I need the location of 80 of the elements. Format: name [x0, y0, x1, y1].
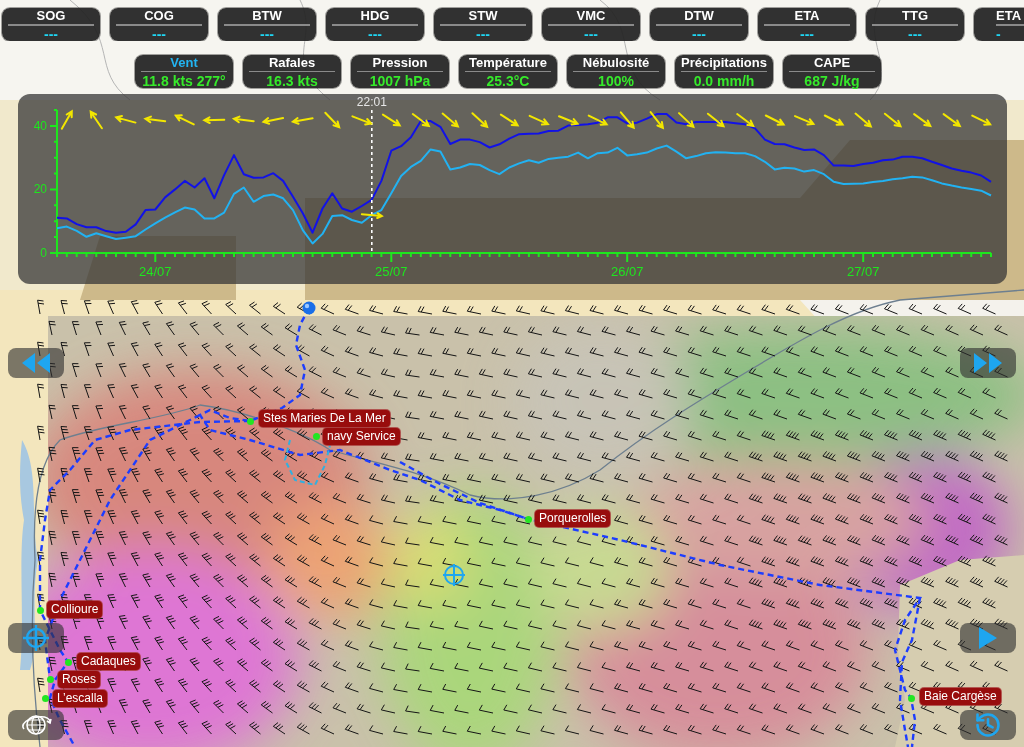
axis-tick-label: 27/07	[846, 264, 880, 279]
instrument-label: BTW	[252, 9, 282, 23]
weather-label: CAPE	[813, 56, 851, 70]
waypoint-dot-icon	[524, 515, 532, 523]
instrument-label: TTG	[902, 9, 928, 23]
instrument-label: ETA	[794, 9, 820, 23]
waypoint-dot-icon	[907, 694, 915, 702]
weather-value: 11.8 kts 277°	[142, 74, 226, 88]
location-pin-icon	[302, 301, 316, 315]
instrument-value: ---	[368, 28, 382, 41]
weather-value: 687 J/kg	[804, 74, 860, 88]
axis-tick-label: 0	[40, 246, 47, 260]
weather-label: Température	[469, 56, 547, 70]
weather-label: Pression	[372, 56, 428, 70]
axis-tick-label: 40	[33, 118, 47, 133]
instrument-label: STW	[468, 9, 498, 23]
weather-tile[interactable]: CAPE 687 J/kg	[783, 55, 881, 88]
weather-label: Précipitations	[681, 56, 767, 70]
instrument-label: DTW	[684, 9, 714, 23]
weather-tile[interactable]: Vent 11.8 kts 277°	[135, 55, 233, 88]
instrument-value: ---	[152, 28, 166, 41]
instrument-value: ---	[44, 28, 58, 41]
instrument-value: ---	[908, 28, 922, 41]
crosshair-icon	[442, 563, 466, 587]
waypoint-label[interactable]: Stes Maries De La Mer	[259, 410, 390, 427]
weather-label: Nébulosité	[582, 56, 650, 70]
waypoint-label[interactable]: Roses	[58, 671, 100, 688]
weather-tile[interactable]: Précipitations 0.0 mm/h	[675, 55, 773, 88]
waypoint-label[interactable]: Cadaques	[77, 653, 140, 670]
instrument-value: ---	[260, 28, 274, 41]
time-label: 22:01	[356, 95, 387, 109]
waypoint-label[interactable]: navy Service	[323, 428, 400, 445]
instrument-value: -	[996, 28, 1001, 41]
weather-tile[interactable]: Pression 1007 hPa	[351, 55, 449, 88]
clock-arrow-icon	[974, 711, 1002, 739]
rewind-icon	[22, 353, 50, 373]
instrument-label: ETA	[996, 9, 1022, 23]
weather-tile[interactable]: Rafales 16.3 kts	[243, 55, 341, 88]
play-icon	[979, 627, 997, 649]
axis-tick-label: 20	[33, 182, 47, 197]
clock-button[interactable]	[960, 710, 1016, 740]
weather-value: 0.0 mm/h	[693, 74, 755, 88]
fast-forward-button[interactable]	[960, 348, 1016, 378]
weather-value: 100%	[598, 74, 634, 88]
globe-button[interactable]	[8, 710, 64, 740]
weather-tile[interactable]: Température 25.3°C	[459, 55, 557, 88]
weather-value: 25.3°C	[486, 74, 530, 88]
waypoint-dot-icon	[41, 694, 49, 702]
axis-tick-label: 26/07	[610, 264, 644, 279]
waypoint-label[interactable]: L’escalla	[53, 690, 108, 707]
weather-label: Rafales	[268, 56, 316, 70]
waypoint-dot-icon	[46, 675, 54, 683]
waypoint-label[interactable]: Collioure	[47, 601, 103, 618]
globe-icon	[20, 712, 52, 738]
instrument-value: ---	[476, 28, 490, 41]
rewind-button[interactable]	[8, 348, 64, 378]
center-button[interactable]	[8, 623, 64, 653]
instrument-label: SOG	[36, 9, 66, 23]
waypoint-dot-icon	[312, 432, 320, 440]
waypoint-label[interactable]: Baie Cargèse	[920, 688, 1001, 705]
instrument-value: ---	[584, 28, 598, 41]
axis-tick-label: 25/07	[375, 264, 408, 279]
axis-tick-label: 24/07	[139, 264, 172, 279]
weather-label: Vent	[170, 56, 198, 70]
weather-tile[interactable]: Nébulosité 100%	[567, 55, 665, 88]
fast-forward-icon	[974, 353, 1002, 373]
weather-value: 16.3 kts	[266, 74, 318, 88]
waypoint-dot-icon	[36, 606, 44, 614]
instrument-label: HDG	[360, 9, 390, 23]
play-button[interactable]	[960, 623, 1016, 653]
waypoint-dot-icon	[246, 417, 254, 425]
crosshair-icon	[23, 625, 49, 651]
waypoint-label[interactable]: Porquerolles	[535, 510, 611, 527]
instrument-value: ---	[692, 28, 706, 41]
waypoint-dot-icon	[64, 658, 72, 666]
instrument-label: VMC	[576, 9, 606, 23]
instrument-value: ---	[800, 28, 814, 41]
instrument-label: COG	[144, 9, 174, 23]
weather-value: 1007 hPa	[369, 74, 431, 88]
wind-arrow-icon	[360, 212, 384, 219]
